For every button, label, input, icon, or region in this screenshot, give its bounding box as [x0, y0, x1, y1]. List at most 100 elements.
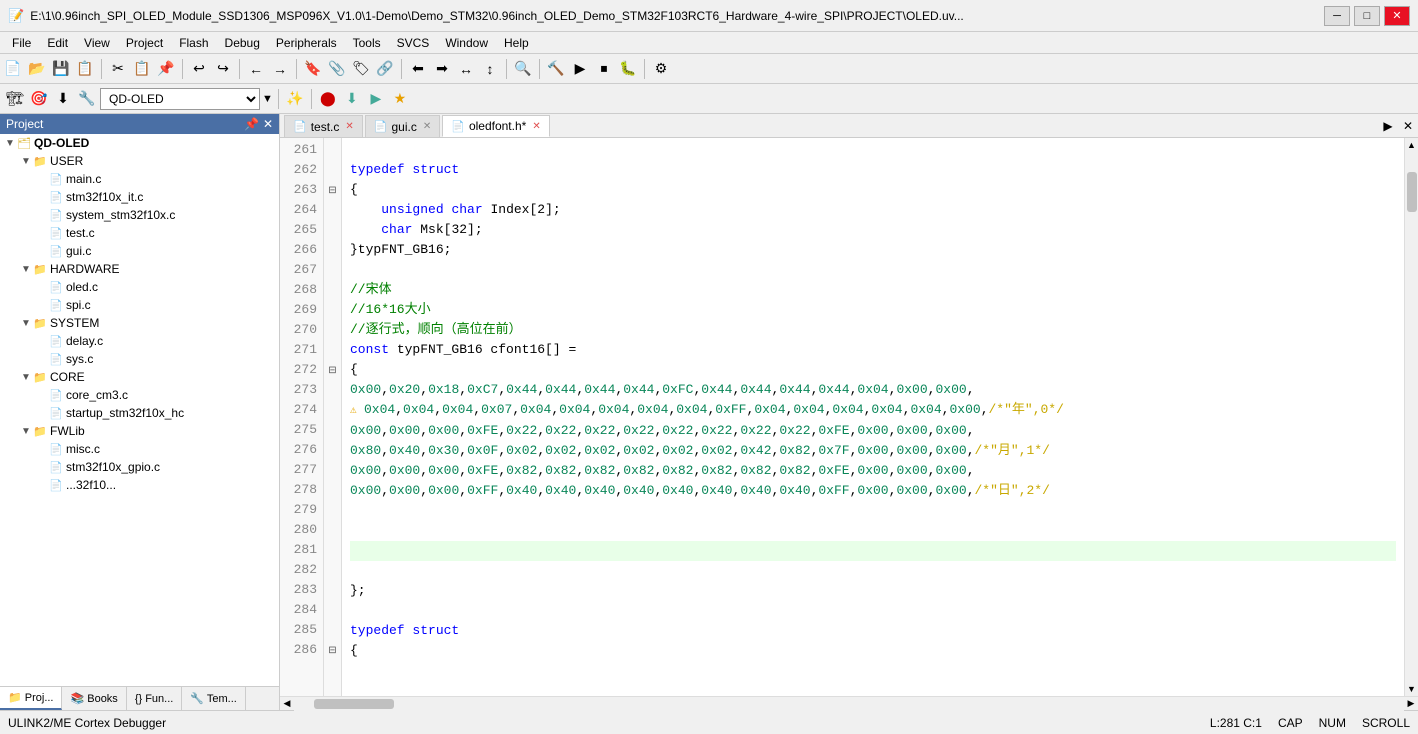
pin-button[interactable]: 📌: [244, 117, 259, 131]
tree-item-startup[interactable]: 📄startup_stm32f10x_hc: [0, 404, 279, 422]
run-button[interactable]: ▶: [569, 58, 591, 80]
tree-item-stm32f10x-gpio[interactable]: 📄stm32f10x_gpio.c: [0, 458, 279, 476]
tree-item-more[interactable]: 📄...32f10...: [0, 476, 279, 494]
tab-scroll-right-button[interactable]: ▶: [1378, 115, 1398, 137]
menu-item-window[interactable]: Window: [437, 34, 496, 52]
tree-item-system[interactable]: ▼📁SYSTEM: [0, 314, 279, 332]
tree-item-system-stm32[interactable]: 📄system_stm32f10x.c: [0, 206, 279, 224]
menu-item-svcs[interactable]: SVCS: [389, 34, 438, 52]
undo-button[interactable]: ↩: [188, 58, 210, 80]
tree-item-oled-c[interactable]: 📄oled.c: [0, 278, 279, 296]
tab-close-gui-c[interactable]: ✕: [423, 121, 431, 132]
editor-hscroll[interactable]: ◀ ▶: [280, 696, 1418, 710]
menu-item-peripherals[interactable]: Peripherals: [268, 34, 345, 52]
menu-item-file[interactable]: File: [4, 34, 39, 52]
tree-item-fwlib[interactable]: ▼📁FWLib: [0, 422, 279, 440]
panel-close-button[interactable]: ✕: [263, 117, 273, 131]
tree-item-main-c[interactable]: 📄main.c: [0, 170, 279, 188]
scroll-down-button[interactable]: ▼: [1405, 682, 1418, 696]
menu-item-view[interactable]: View: [76, 34, 118, 52]
nav-fwd-button[interactable]: →: [269, 58, 291, 80]
expand-icon-hardware[interactable]: ▼: [20, 264, 32, 275]
dropdown-arrow[interactable]: ▼: [262, 93, 273, 105]
proj-tab-templates[interactable]: 🔧 Tem...: [182, 687, 246, 710]
project-selector[interactable]: QD-OLED: [100, 88, 260, 110]
red-dot-button[interactable]: ⬤: [317, 88, 339, 110]
tree-item-core-cm3[interactable]: 📄core_cm3.c: [0, 386, 279, 404]
hscroll-track[interactable]: [294, 697, 1404, 711]
save-button[interactable]: 💾: [50, 58, 72, 80]
menu-item-edit[interactable]: Edit: [39, 34, 76, 52]
indent2-button[interactable]: ↔: [455, 58, 477, 80]
menu-item-tools[interactable]: Tools: [345, 34, 389, 52]
tab-close-all-button[interactable]: ✕: [1398, 115, 1418, 137]
build-button[interactable]: 🔨: [545, 58, 567, 80]
scroll-track[interactable]: [1405, 152, 1418, 682]
redo-button[interactable]: ↪: [212, 58, 234, 80]
expand-icon-core[interactable]: ▼: [20, 372, 32, 383]
bookmark3-button[interactable]: 🏷: [350, 58, 372, 80]
build2-button[interactable]: 🏗: [4, 88, 26, 110]
magic-wand-button[interactable]: ✨: [284, 88, 306, 110]
editor-scrollbar[interactable]: ▲ ▼: [1404, 138, 1418, 696]
hscroll-right-button[interactable]: ▶: [1404, 697, 1418, 711]
tab-close-oledfont-h[interactable]: ✕: [532, 121, 540, 132]
menu-item-flash[interactable]: Flash: [171, 34, 216, 52]
gutter-item-263[interactable]: ⊟: [324, 180, 341, 200]
indent-button[interactable]: ⬅: [407, 58, 429, 80]
tab-close-test-c[interactable]: ✕: [345, 121, 353, 132]
gutter-item-272[interactable]: ⊟: [324, 360, 341, 380]
menu-item-debug[interactable]: Debug: [217, 34, 268, 52]
tree-item-sys-c[interactable]: 📄sys.c: [0, 350, 279, 368]
tree-item-delay-c[interactable]: 📄delay.c: [0, 332, 279, 350]
editor-tab-gui-c[interactable]: 📄gui.c✕: [365, 115, 440, 137]
bookmark2-button[interactable]: 📎: [326, 58, 348, 80]
green-button[interactable]: ▶: [365, 88, 387, 110]
proj-tab-project[interactable]: 📁 Proj...: [0, 687, 62, 710]
find-button[interactable]: 🔍: [512, 58, 534, 80]
code-content[interactable]: typedef struct{ unsigned char Index[2]; …: [342, 138, 1404, 696]
star-button[interactable]: ★: [389, 88, 411, 110]
proj-tab-functions[interactable]: {} Fun...: [127, 687, 183, 710]
nav-back-button[interactable]: ←: [245, 58, 267, 80]
tree-item-qd-oled[interactable]: ▼🗂QD-OLED: [0, 134, 279, 152]
open-button[interactable]: 📂: [26, 58, 48, 80]
tree-item-spi-c[interactable]: 📄spi.c: [0, 296, 279, 314]
expand-icon-system[interactable]: ▼: [20, 318, 32, 329]
download-button[interactable]: ⬇: [52, 88, 74, 110]
unindent-button[interactable]: ➡: [431, 58, 453, 80]
hscroll-thumb[interactable]: [314, 699, 394, 709]
maximize-button[interactable]: □: [1354, 6, 1380, 26]
project-tree[interactable]: ▼🗂QD-OLED▼📁USER📄main.c📄stm32f10x_it.c📄sy…: [0, 134, 279, 686]
editor-tab-oledfont-h[interactable]: 📄oledfont.h*✕: [442, 115, 549, 137]
menu-item-help[interactable]: Help: [496, 34, 537, 52]
cut-button[interactable]: ✂: [107, 58, 129, 80]
paste-button[interactable]: 📌: [155, 58, 177, 80]
copy-button[interactable]: 📋: [131, 58, 153, 80]
close-button[interactable]: ✕: [1384, 6, 1410, 26]
save-all-button[interactable]: 📋: [74, 58, 96, 80]
editor-tab-test-c[interactable]: 📄test.c✕: [284, 115, 363, 137]
scroll-thumb[interactable]: [1407, 172, 1417, 212]
tree-item-misc-c[interactable]: 📄misc.c: [0, 440, 279, 458]
target-button[interactable]: 🎯: [28, 88, 50, 110]
bookmark-button[interactable]: 🔖: [302, 58, 324, 80]
hscroll-left-button[interactable]: ◀: [280, 697, 294, 711]
settings-button[interactable]: ⚙: [650, 58, 672, 80]
tree-item-core[interactable]: ▼📁CORE: [0, 368, 279, 386]
expand-icon-qd-oled[interactable]: ▼: [4, 138, 16, 149]
tree-item-user[interactable]: ▼📁USER: [0, 152, 279, 170]
menu-item-project[interactable]: Project: [118, 34, 171, 52]
tree-item-hardware[interactable]: ▼📁HARDWARE: [0, 260, 279, 278]
debug-button[interactable]: 🐛: [617, 58, 639, 80]
indent3-button[interactable]: ↕: [479, 58, 501, 80]
bookmark4-button[interactable]: 🔗: [374, 58, 396, 80]
expand-icon-fwlib[interactable]: ▼: [20, 426, 32, 437]
config-button[interactable]: 🔧: [76, 88, 98, 110]
tree-item-gui-c[interactable]: 📄gui.c: [0, 242, 279, 260]
stop-button[interactable]: ⏹: [593, 58, 615, 80]
new-file-button[interactable]: 📄: [2, 58, 24, 80]
download2-button[interactable]: ⬇: [341, 88, 363, 110]
tree-item-stm32f10x-it[interactable]: 📄stm32f10x_it.c: [0, 188, 279, 206]
expand-icon-user[interactable]: ▼: [20, 156, 32, 167]
